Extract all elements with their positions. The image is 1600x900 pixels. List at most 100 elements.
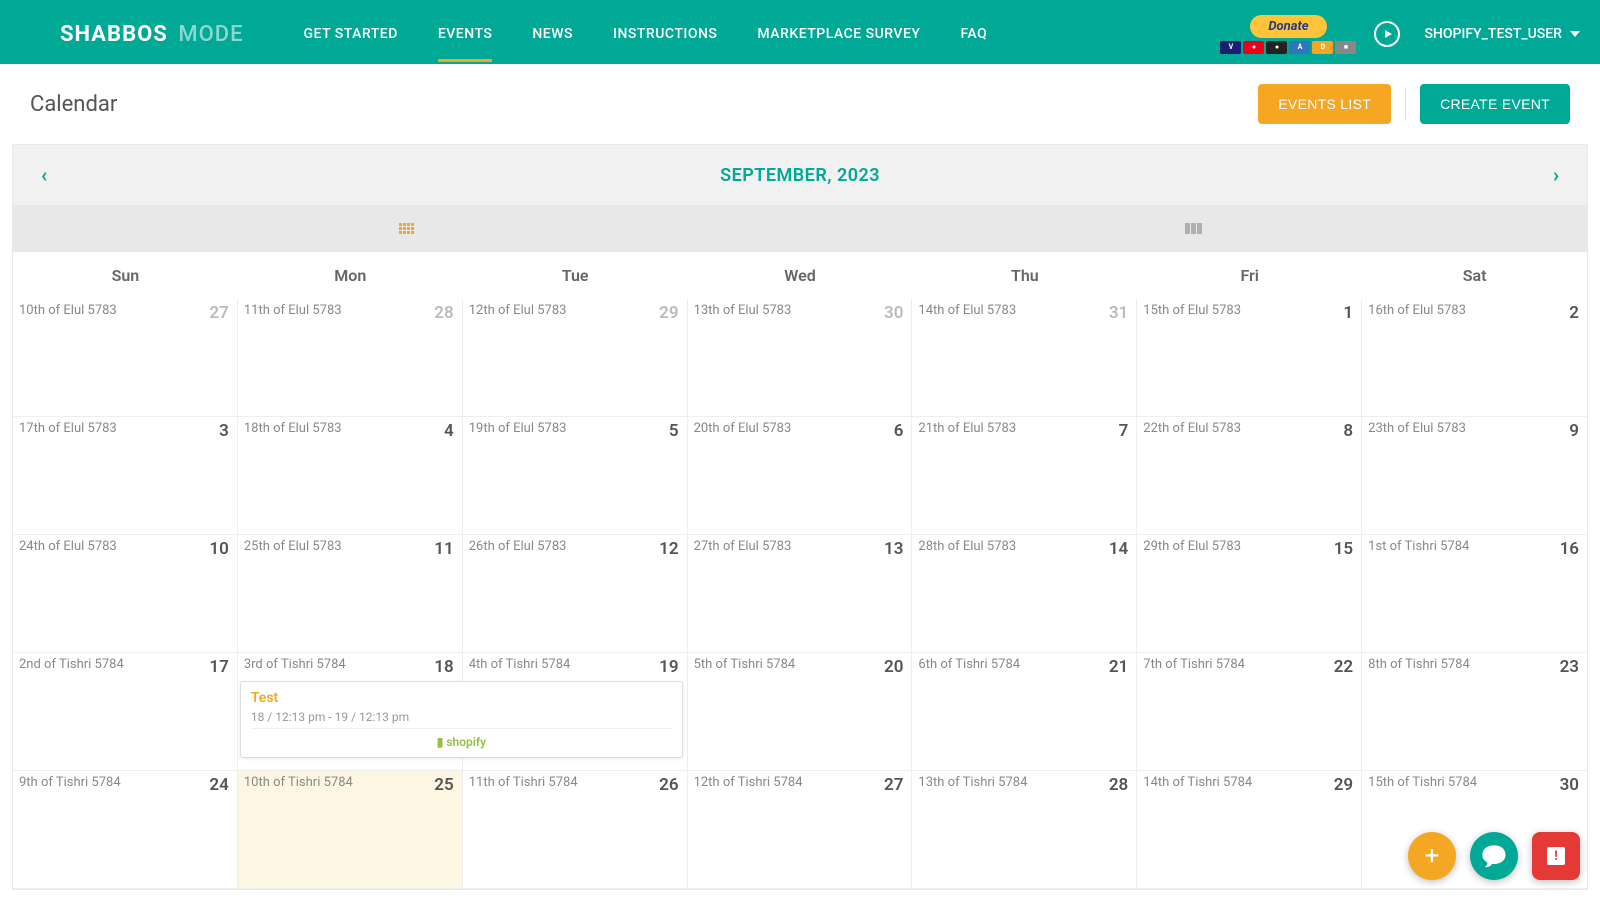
nav-item-marketplace-survey[interactable]: MARKETPLACE SURVEY xyxy=(757,6,920,62)
calendar-cell[interactable]: 26th of Elul 578312 xyxy=(463,535,688,653)
calendar-cell[interactable]: 10th of Elul 578327 xyxy=(13,299,238,417)
hebrew-date: 29th of Elul 5783 xyxy=(1143,539,1355,554)
calendar-cell[interactable]: 16th of Elul 57832 xyxy=(1362,299,1587,417)
username: SHOPIFY_TEST_USER xyxy=(1424,26,1562,42)
month-label[interactable]: SEPTEMBER, 2023 xyxy=(720,165,880,186)
dow-header: Sun xyxy=(13,252,238,299)
day-number: 27 xyxy=(209,303,228,323)
play-icon[interactable] xyxy=(1374,21,1400,47)
calendar-cell[interactable]: 28th of Elul 578314 xyxy=(912,535,1137,653)
day-number: 14 xyxy=(1109,539,1128,559)
calendar: ‹ SEPTEMBER, 2023 › SunMonTueWedThuFriSa… xyxy=(12,144,1588,890)
hebrew-date: 12th of Elul 5783 xyxy=(469,303,681,318)
calendar-cell[interactable]: 6th of Tishri 578421 xyxy=(912,653,1137,771)
nav-item-instructions[interactable]: INSTRUCTIONS xyxy=(613,6,717,62)
page-title: Calendar xyxy=(30,92,117,117)
dow-header: Wed xyxy=(688,252,913,299)
month-view-toggle[interactable] xyxy=(13,205,800,252)
hebrew-date: 23th of Elul 5783 xyxy=(1368,421,1581,436)
brand-logo[interactable]: SHABBOS MODE xyxy=(60,22,244,47)
day-number: 8 xyxy=(1343,421,1353,441)
calendar-cell[interactable]: 12th of Elul 578329 xyxy=(463,299,688,417)
calendar-cell[interactable]: 8th of Tishri 578423 xyxy=(1362,653,1587,771)
calendar-cell[interactable]: 11th of Elul 578328 xyxy=(238,299,463,417)
event-badge: shopify xyxy=(251,728,672,749)
donate-block[interactable]: Donate V ● ● A D ■ xyxy=(1220,15,1356,54)
calendar-cell[interactable]: 18th of Elul 57834 xyxy=(238,417,463,535)
create-event-button[interactable]: CREATE EVENT xyxy=(1420,84,1570,124)
hebrew-date: 22th of Elul 5783 xyxy=(1143,421,1355,436)
hebrew-date: 4th of Tishri 5784 xyxy=(469,657,681,672)
hebrew-date: 28th of Elul 5783 xyxy=(918,539,1130,554)
calendar-cell[interactable]: 1st of Tishri 578416 xyxy=(1362,535,1587,653)
amex-icon: A xyxy=(1289,41,1310,54)
day-number: 13 xyxy=(884,539,903,559)
calendar-cell[interactable]: 5th of Tishri 578420 xyxy=(688,653,913,771)
event-card[interactable]: Test18 / 12:13 pm - 19 / 12:13 pmshopify xyxy=(240,681,683,758)
day-number: 29 xyxy=(659,303,678,323)
mastercard-icon: ● xyxy=(1243,41,1264,54)
calendar-cell[interactable]: 13th of Elul 578330 xyxy=(688,299,913,417)
calendar-cell[interactable]: 14th of Elul 578331 xyxy=(912,299,1137,417)
chat-fab[interactable] xyxy=(1470,832,1518,880)
calendar-cell[interactable]: 2nd of Tishri 578417 xyxy=(13,653,238,771)
calendar-cell[interactable]: 27th of Elul 578313 xyxy=(688,535,913,653)
events-list-button[interactable]: EVENTS LIST xyxy=(1258,84,1391,124)
hebrew-date: 11th of Elul 5783 xyxy=(244,303,456,318)
brand-sub: MODE xyxy=(178,22,243,47)
calendar-cell[interactable]: 13th of Tishri 578428 xyxy=(912,771,1137,889)
event-title: Test xyxy=(251,690,672,706)
calendar-cell[interactable]: 23th of Elul 57839 xyxy=(1362,417,1587,535)
calendar-cell[interactable]: 22th of Elul 57838 xyxy=(1137,417,1362,535)
dow-header: Thu xyxy=(912,252,1137,299)
calendar-cell[interactable]: 17th of Elul 57833 xyxy=(13,417,238,535)
day-number: 22 xyxy=(1334,657,1353,677)
calendar-cell[interactable]: 20th of Elul 57836 xyxy=(688,417,913,535)
calendar-cell[interactable]: 14th of Tishri 578429 xyxy=(1137,771,1362,889)
day-number: 12 xyxy=(659,539,678,559)
add-fab[interactable]: + xyxy=(1408,832,1456,880)
user-menu[interactable]: SHOPIFY_TEST_USER xyxy=(1424,26,1580,42)
calendar-cell[interactable]: 29th of Elul 578315 xyxy=(1137,535,1362,653)
card-icon: ■ xyxy=(1335,41,1356,54)
hebrew-date: 20th of Elul 5783 xyxy=(694,421,906,436)
view-toggle xyxy=(13,205,1587,252)
calendar-cell[interactable]: 10th of Tishri 578425 xyxy=(238,771,463,889)
donate-button[interactable]: Donate xyxy=(1250,15,1326,38)
calendar-cell[interactable]: 11th of Tishri 578426 xyxy=(463,771,688,889)
calendar-cell[interactable]: 9th of Tishri 578424 xyxy=(13,771,238,889)
hebrew-date: 10th of Tishri 5784 xyxy=(244,775,456,790)
calendar-cell[interactable]: 24th of Elul 578310 xyxy=(13,535,238,653)
nav-item-get-started[interactable]: GET STARTED xyxy=(304,6,398,62)
grid-month-icon xyxy=(399,223,414,234)
week-view-toggle[interactable] xyxy=(800,205,1587,252)
nav-items: GET STARTED EVENTS NEWS INSTRUCTIONS MARKETP… xyxy=(304,6,1221,62)
maestro-icon: ● xyxy=(1266,41,1287,54)
nav-item-events[interactable]: EVENTS xyxy=(438,6,493,62)
nav-item-faq[interactable]: FAQ xyxy=(960,6,987,62)
hebrew-date: 19th of Elul 5783 xyxy=(469,421,681,436)
vertical-divider xyxy=(1405,87,1406,121)
calendar-cell[interactable]: 15th of Elul 57831 xyxy=(1137,299,1362,417)
day-number: 7 xyxy=(1119,421,1129,441)
hebrew-date: 24th of Elul 5783 xyxy=(19,539,231,554)
calendar-cell[interactable]: 3rd of Tishri 578418Test18 / 12:13 pm - … xyxy=(238,653,463,771)
day-number: 29 xyxy=(1334,775,1353,795)
prev-month-button[interactable]: ‹ xyxy=(41,163,47,187)
calendar-cell[interactable]: 12th of Tishri 578427 xyxy=(688,771,913,889)
dow-header: Sat xyxy=(1362,252,1587,299)
calendar-cell[interactable]: 19th of Elul 57835 xyxy=(463,417,688,535)
day-number: 1 xyxy=(1343,303,1353,323)
day-number: 6 xyxy=(894,421,904,441)
day-number: 9 xyxy=(1569,421,1579,441)
calendar-cell[interactable]: 7th of Tishri 578422 xyxy=(1137,653,1362,771)
calendar-cell[interactable]: 21th of Elul 57837 xyxy=(912,417,1137,535)
day-number: 26 xyxy=(659,775,678,795)
day-number: 11 xyxy=(434,539,453,559)
next-month-button[interactable]: › xyxy=(1553,163,1559,187)
feedback-fab[interactable] xyxy=(1532,832,1580,880)
hebrew-date: 14th of Tishri 5784 xyxy=(1143,775,1355,790)
day-number: 31 xyxy=(1109,303,1128,323)
nav-item-news[interactable]: NEWS xyxy=(532,6,573,62)
calendar-cell[interactable]: 25th of Elul 578311 xyxy=(238,535,463,653)
